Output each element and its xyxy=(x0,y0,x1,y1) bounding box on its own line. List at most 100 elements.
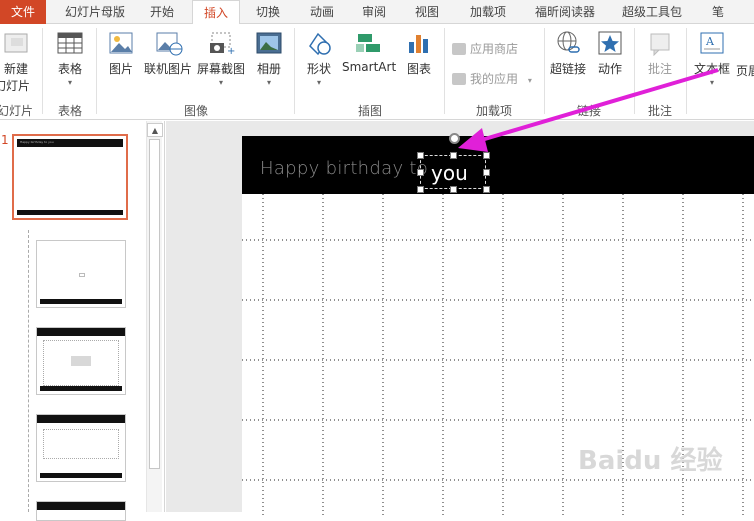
hyperlink-label: 超链接 xyxy=(549,62,586,76)
chevron-down-icon: ▾ xyxy=(527,76,532,85)
comment-icon xyxy=(650,33,670,56)
thumbnail-footer xyxy=(40,299,122,304)
group-label-addins: 加载项 xyxy=(475,104,512,118)
table-button[interactable]: 表格 ▾ xyxy=(52,30,88,87)
resize-handle[interactable] xyxy=(483,152,490,159)
photo-album-icon xyxy=(256,32,282,54)
layout-connector xyxy=(28,230,29,512)
header-footer-button[interactable]: 页眉 xyxy=(734,62,754,79)
tab-slide-master[interactable]: 幻灯片母版 xyxy=(58,0,132,24)
resize-handle[interactable] xyxy=(417,186,424,193)
header-footer-label: 页眉 xyxy=(735,64,754,78)
action-label: 动作 xyxy=(597,62,622,76)
thumbnail-layout[interactable] xyxy=(36,327,126,395)
scroll-up-icon[interactable]: ▲ xyxy=(147,123,163,137)
resize-handle[interactable] xyxy=(450,152,457,159)
table-icon xyxy=(57,32,83,54)
thumbnail-title-band xyxy=(37,328,125,336)
shapes-icon xyxy=(309,32,331,56)
tab-home[interactable]: 开始 xyxy=(140,0,184,24)
shapes-label: 形状 xyxy=(306,62,331,76)
rotate-handle-icon[interactable] xyxy=(449,133,460,144)
hyperlink-icon xyxy=(557,31,580,53)
hyperlink-button[interactable]: 超链接 xyxy=(548,30,588,77)
new-slide-label-1: 新建 xyxy=(3,62,28,76)
chevron-down-icon: ▾ xyxy=(266,78,271,87)
picture-button[interactable]: 图片 xyxy=(104,30,138,77)
svg-text:A: A xyxy=(705,35,715,48)
thumbnail-layout[interactable] xyxy=(36,414,126,482)
tab-animations[interactable]: 动画 xyxy=(300,0,344,24)
thumbnail-title-band xyxy=(37,415,125,423)
thumbnail-slide-master[interactable]: Happy birthday to you xyxy=(12,134,128,220)
group-separator xyxy=(42,28,43,114)
tab-review[interactable]: 审阅 xyxy=(352,0,396,24)
tab-super-toolkit[interactable]: 超级工具包 xyxy=(614,0,690,24)
watermark: Baidu 经验 xyxy=(578,446,723,476)
album-button[interactable]: 相册 ▾ xyxy=(252,30,286,87)
new-slide-label-2: 幻灯片 xyxy=(0,79,30,93)
store-button[interactable]: 应用商店 xyxy=(452,40,518,57)
online-picture-button[interactable]: 联机图片 xyxy=(143,30,193,77)
store-icon xyxy=(452,43,466,55)
textbox-button[interactable]: A 文本框 ▾ xyxy=(692,30,732,87)
resize-handle[interactable] xyxy=(483,169,490,176)
screenshot-button[interactable]: + 屏幕截图 ▾ xyxy=(196,30,246,87)
chevron-down-icon: ▾ xyxy=(709,78,714,87)
thumbnail-footer xyxy=(40,386,122,391)
new-slide-button[interactable]: 新建 幻灯片 xyxy=(0,30,38,94)
smartart-label: SmartArt xyxy=(342,60,397,74)
picture-label: 图片 xyxy=(108,62,133,76)
chevron-down-icon: ▾ xyxy=(218,78,223,87)
slide-title[interactable]: Happy birthday to xyxy=(260,158,428,179)
resize-handle[interactable] xyxy=(417,152,424,159)
chart-label: 图表 xyxy=(406,62,431,76)
thumbnail-title: Happy birthday to you xyxy=(20,140,54,144)
online-picture-label: 联机图片 xyxy=(143,62,192,76)
group-label-images: 图像 xyxy=(183,104,208,118)
tab-insert[interactable]: 插入 xyxy=(192,0,240,25)
resize-handle[interactable] xyxy=(483,186,490,193)
tab-transitions[interactable]: 切换 xyxy=(246,0,290,24)
textbox-label: 文本框 xyxy=(693,62,730,76)
my-apps-button[interactable]: 我的应用 ▾ xyxy=(452,70,532,87)
resize-handle[interactable] xyxy=(417,169,424,176)
smartart-button[interactable]: SmartArt xyxy=(342,30,396,74)
shapes-button[interactable]: 形状 ▾ xyxy=(302,30,336,87)
group-separator xyxy=(294,28,295,114)
chart-icon xyxy=(409,35,428,53)
textbox-text[interactable]: you xyxy=(431,161,468,185)
thumbnail-placeholder xyxy=(43,429,119,459)
action-button[interactable]: 动作 xyxy=(594,30,626,77)
chevron-down-icon: ▾ xyxy=(316,78,321,87)
tab-file[interactable]: 文件 xyxy=(0,0,46,24)
tab-pen[interactable]: 笔 xyxy=(704,0,732,24)
chevron-down-icon: ▾ xyxy=(67,78,72,87)
tab-view[interactable]: 视图 xyxy=(405,0,449,24)
ribbon-insert: 新建 幻灯片 幻灯片 表格 ▾ 表格 图片 联机图片 xyxy=(0,24,754,120)
thumbnail-scrollbar[interactable]: ▲ xyxy=(146,121,163,512)
thumbnail-layout[interactable] xyxy=(36,240,126,308)
thumbnail-layout[interactable] xyxy=(36,501,126,521)
scrollbar-thumb[interactable] xyxy=(149,139,160,469)
album-label: 相册 xyxy=(256,62,281,76)
group-label-links: 链接 xyxy=(576,104,601,118)
selected-textbox[interactable]: you xyxy=(417,133,490,193)
camera-icon: + xyxy=(210,32,235,56)
slide-title-band: Happy birthday to you xyxy=(242,133,754,194)
thumbnail-footer xyxy=(17,210,123,215)
comment-button[interactable]: 批注 xyxy=(642,30,678,77)
store-label: 应用商店 xyxy=(470,42,519,56)
thumbnail-footer xyxy=(40,473,122,478)
apps-icon xyxy=(452,73,466,85)
tab-addins[interactable]: 加载项 xyxy=(460,0,516,24)
thumbnail-placeholder xyxy=(79,273,85,277)
tab-foxit-reader[interactable]: 福昕阅读器 xyxy=(528,0,602,24)
resize-handle[interactable] xyxy=(450,186,457,193)
group-label-comments: 批注 xyxy=(647,104,672,118)
ribbon-tab-bar: 文件 幻灯片母版 开始 插入 切换 动画 审阅 视图 加载项 福昕阅读器 超级工… xyxy=(0,0,754,25)
online-picture-icon xyxy=(156,32,183,56)
smartart-icon xyxy=(356,34,380,52)
screenshot-label: 屏幕截图 xyxy=(196,62,245,76)
chart-button[interactable]: 图表 xyxy=(402,30,436,77)
